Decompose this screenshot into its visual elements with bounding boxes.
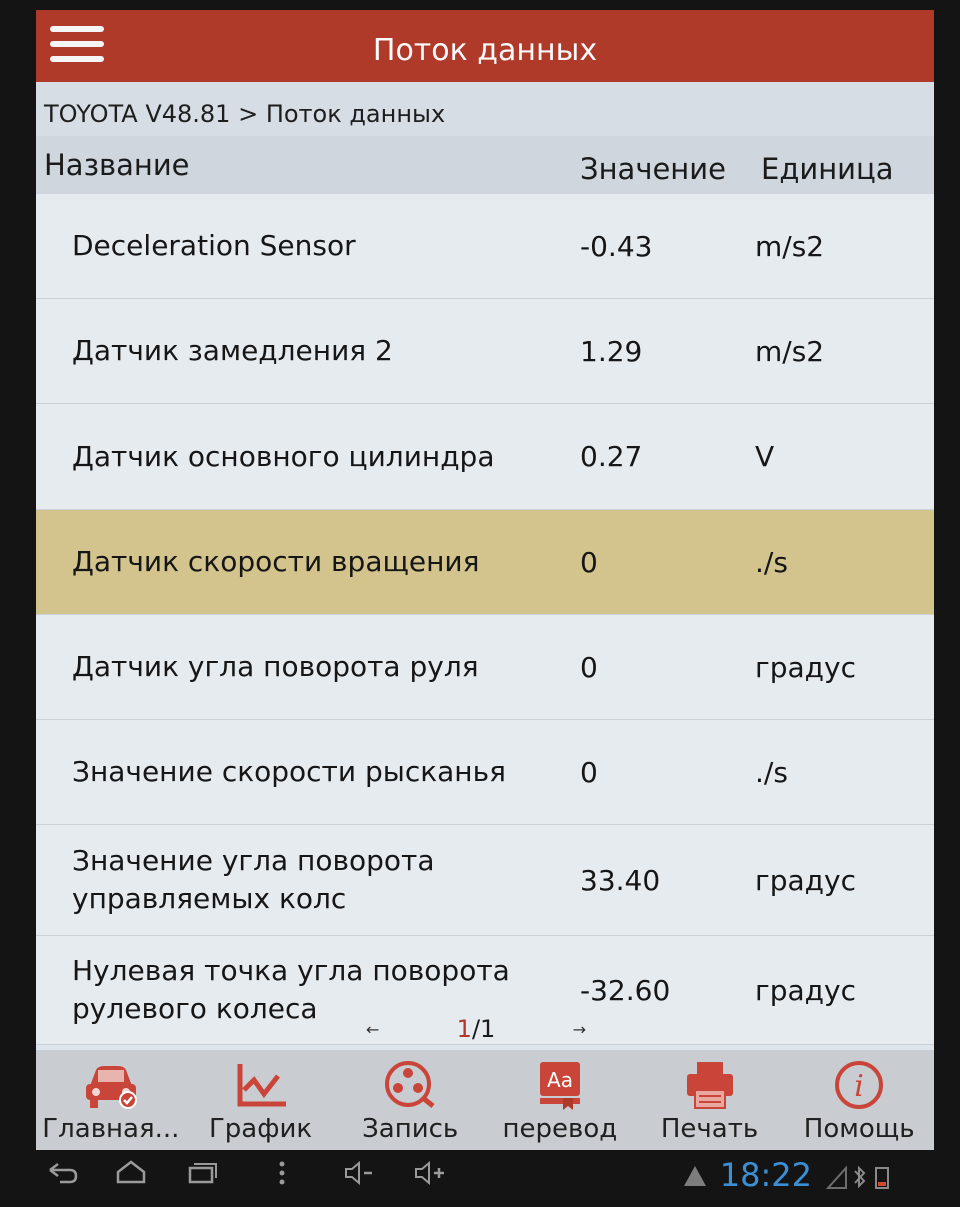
- row-name: Значение скорости рысканья: [72, 755, 506, 788]
- row-name: Датчик угла поворота руля: [72, 650, 479, 683]
- record-button[interactable]: Запись: [335, 1050, 485, 1150]
- table-row[interactable]: Значение скорости рысканья 0 ./s: [36, 720, 934, 825]
- volume-down-icon[interactable]: [342, 1158, 376, 1188]
- row-unit: ./s: [755, 755, 788, 789]
- row-name: Значение угла поворота управляемых колс: [72, 844, 435, 915]
- help-label: Помощь: [803, 1114, 915, 1144]
- recent-apps-icon[interactable]: [184, 1158, 218, 1188]
- title-bar: Поток данных: [36, 10, 934, 82]
- next-page-arrow-icon[interactable]: →: [573, 1020, 586, 1039]
- row-value: 0: [580, 650, 598, 684]
- row-unit: m/s2: [755, 334, 825, 368]
- chart-label: График: [208, 1114, 313, 1144]
- row-value: 0.27: [580, 440, 643, 473]
- chart-icon: [237, 1064, 286, 1107]
- translate-label: перевод: [502, 1114, 618, 1144]
- help-button[interactable]: i Помощь: [784, 1050, 934, 1150]
- record-label: Запись: [362, 1114, 459, 1144]
- current-page: 1: [456, 1015, 472, 1043]
- info-icon: i: [835, 1061, 884, 1109]
- table-row[interactable]: Датчик замедления 2 1.29 m/s2: [36, 299, 934, 404]
- page-indicator: 1/1: [457, 1015, 496, 1043]
- row-unit: m/s2: [755, 229, 825, 263]
- print-button[interactable]: Печать: [635, 1050, 785, 1150]
- translate-icon: Aa: [539, 1062, 580, 1110]
- printer-icon: [686, 1062, 733, 1109]
- volume-up-icon[interactable]: [412, 1158, 446, 1188]
- header-name: Название: [44, 148, 190, 182]
- signal-icon: [826, 1165, 847, 1189]
- svg-text:i: i: [854, 1069, 864, 1104]
- back-icon[interactable]: [46, 1158, 80, 1188]
- row-name: Deceleration Sensor: [72, 229, 356, 262]
- warning-icon: [684, 1166, 706, 1186]
- pagination: ← 1/1 →: [366, 1013, 586, 1045]
- svg-text:Aa: Aa: [547, 1068, 573, 1092]
- table-row[interactable]: Значение угла поворота управляемых колс …: [36, 825, 934, 936]
- row-name: Датчик скорости вращения: [72, 545, 480, 578]
- row-unit: ./s: [755, 545, 788, 579]
- header-unit: Единица: [761, 152, 894, 186]
- app-screen: Поток данных TOYOTA V48.81 > Поток данны…: [36, 10, 934, 1150]
- table-row-selected[interactable]: Датчик скорости вращения 0 ./s: [36, 510, 934, 615]
- chart-button[interactable]: График: [186, 1050, 336, 1150]
- table-row[interactable]: Датчик основного цилиндра 0.27 V: [36, 404, 934, 510]
- system-nav-bar: 18:22: [36, 1152, 934, 1202]
- prev-page-arrow-icon[interactable]: ←: [366, 1020, 379, 1039]
- total-pages: 1: [480, 1015, 496, 1043]
- row-name: Датчик основного цилиндра: [72, 439, 495, 473]
- home-nav-icon[interactable]: [114, 1158, 148, 1188]
- row-value: 33.40: [580, 863, 661, 897]
- bluetooth-icon: [854, 1165, 866, 1189]
- status-clock: 18:22: [719, 1156, 812, 1194]
- home-button[interactable]: Главная...: [36, 1050, 186, 1150]
- row-unit: V: [755, 440, 775, 473]
- header-value: Значение: [580, 152, 726, 186]
- table-row[interactable]: Датчик угла поворота руля 0 градус: [36, 615, 934, 720]
- print-label: Печать: [660, 1114, 759, 1144]
- data-stream-table: Deceleration Sensor -0.43 m/s2 Датчик за…: [36, 194, 934, 1045]
- row-unit: градус: [755, 650, 856, 684]
- table-header: Название Значение Единица: [36, 136, 934, 194]
- row-value: 0: [580, 755, 598, 789]
- row-value: -32.60: [580, 973, 671, 1007]
- home-label: Главная...: [42, 1114, 180, 1144]
- car-icon: [85, 1066, 137, 1109]
- overflow-menu-icon[interactable]: [272, 1158, 292, 1188]
- battery-icon: [875, 1167, 889, 1189]
- table-row[interactable]: Deceleration Sensor -0.43 m/s2: [36, 194, 934, 299]
- page-separator: /: [471, 1015, 481, 1043]
- row-value: 0: [580, 545, 598, 579]
- film-reel-icon: [385, 1061, 435, 1108]
- translate-button[interactable]: Aa перевод: [485, 1050, 635, 1150]
- row-value: -0.43: [580, 229, 653, 263]
- row-name: Датчик замедления 2: [72, 334, 393, 367]
- page-title: Поток данных: [372, 33, 598, 68]
- row-unit: градус: [755, 973, 856, 1007]
- row-unit: градус: [755, 863, 856, 897]
- row-value: 1.29: [580, 334, 643, 368]
- bottom-toolbar: Главная... График Запись Aa перевод Печа…: [36, 1050, 934, 1150]
